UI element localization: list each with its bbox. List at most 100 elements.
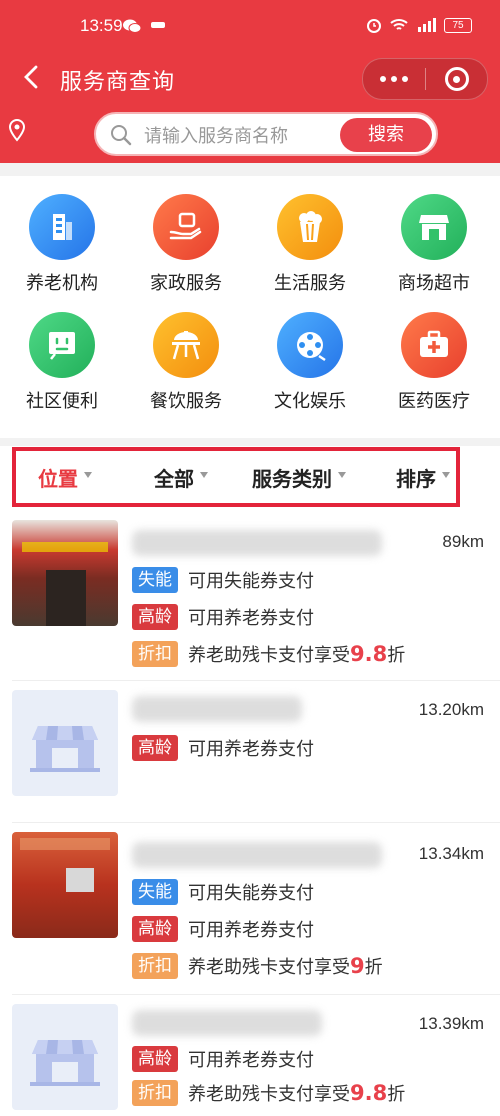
dropdown-arrow-icon — [200, 471, 208, 478]
community-icon — [29, 312, 95, 378]
category-community[interactable]: 社区便利 — [0, 312, 124, 413]
tag-text: 可用养老券支付 — [188, 739, 314, 760]
tag-text: 可用养老券支付 — [188, 920, 314, 941]
store-icon — [401, 194, 467, 260]
search-button[interactable]: 搜索 — [340, 118, 432, 152]
tag-row: 高龄 可用养老券支付 — [132, 604, 314, 630]
filter-bar: 位置 全部 服务类别 排序 — [12, 447, 460, 507]
back-arrow-icon[interactable] — [18, 62, 46, 92]
wechat-icon — [123, 19, 142, 33]
list-item[interactable]: 13.39km 高龄 可用养老券支付 折扣 养老助残卡支付享受 9.8 折 — [0, 1000, 500, 1116]
more-icon[interactable] — [363, 76, 425, 82]
tag-row: 高龄 可用养老券支付 — [132, 916, 314, 942]
dropdown-arrow-icon — [84, 471, 92, 478]
discount-suffix: 折 — [387, 645, 406, 666]
close-icon[interactable] — [426, 67, 487, 91]
tag-row: 折扣 养老助残卡支付享受 9.8 折 — [132, 641, 405, 667]
tag-disability: 失能 — [132, 879, 178, 905]
category-label: 文化娱乐 — [274, 391, 346, 412]
list-item[interactable]: 13.34km 失能 可用失能券支付 高龄 可用养老券支付 折扣 养老助残卡支付享受 9… — [0, 830, 500, 990]
list-item[interactable]: 89km 失能 可用失能券支付 高龄 可用养老券支付 折扣 养老助残卡支付享受 9.8 折 — [0, 518, 500, 676]
signal-icon — [418, 18, 436, 32]
category-label: 餐饮服务 — [150, 391, 222, 412]
category-label: 商场超市 — [398, 273, 470, 294]
search-input[interactable] — [142, 120, 336, 152]
tag-text: 养老助残卡支付享受 — [188, 1084, 350, 1105]
dining-table-icon — [153, 312, 219, 378]
category-life-service[interactable]: 生活服务 — [248, 194, 372, 295]
tag-row: 高龄 可用养老券支付 — [132, 1046, 314, 1072]
section-divider — [0, 163, 500, 176]
category-catering[interactable]: 餐饮服务 — [124, 312, 248, 413]
distance: 13.20km — [418, 700, 484, 719]
nav-bar: 服务商查询 — [0, 52, 500, 104]
provider-name-blurred — [132, 696, 302, 722]
hand-service-icon — [153, 194, 219, 260]
category-label: 家政服务 — [150, 273, 222, 294]
divider — [12, 680, 500, 681]
tag-row: 折扣 养老助残卡支付享受 9 折 — [132, 953, 383, 979]
tag-row: 高龄 可用养老券支付 — [132, 735, 314, 761]
category-label: 养老机构 — [26, 273, 98, 294]
search-icon — [111, 125, 132, 146]
store-placeholder-image — [12, 690, 118, 796]
category-label: 社区便利 — [26, 391, 98, 412]
tag-disability: 失能 — [132, 567, 178, 593]
category-entertainment[interactable]: 文化娱乐 — [248, 312, 372, 413]
storefront-photo — [12, 832, 118, 938]
dropdown-arrow-icon — [442, 471, 450, 478]
store-placeholder-icon — [30, 726, 100, 772]
tag-elderly: 高龄 — [132, 604, 178, 630]
tag-text: 养老助残卡支付享受 — [188, 957, 350, 978]
tag-text: 可用失能券支付 — [188, 571, 314, 592]
discount-value: 9.8 — [350, 642, 388, 666]
discount-value: 9 — [350, 954, 365, 978]
tag-discount: 折扣 — [132, 953, 178, 979]
miniprogram-capsule — [362, 58, 488, 100]
tag-text: 可用养老券支付 — [188, 608, 314, 629]
discount-value: 9.8 — [350, 1081, 388, 1105]
distance: 13.39km — [418, 1014, 484, 1033]
provider-name-blurred — [132, 1010, 322, 1036]
status-time: 13:59 — [80, 16, 123, 35]
film-reel-icon — [277, 312, 343, 378]
list-item[interactable]: 13.20km 高龄 可用养老券支付 — [0, 686, 500, 818]
provider-name-blurred — [132, 530, 382, 556]
notification-icon — [151, 22, 165, 28]
tag-elderly: 高龄 — [132, 1046, 178, 1072]
filter-location[interactable]: 位置 — [38, 463, 92, 492]
category-label: 医药医疗 — [398, 391, 470, 412]
filter-service-type-label: 服务类别 — [252, 467, 332, 491]
filter-sort[interactable]: 排序 — [396, 463, 450, 492]
category-supermarket[interactable]: 商场超市 — [372, 194, 496, 295]
location-pin-icon[interactable] — [8, 118, 26, 142]
status-notification-icons — [122, 18, 166, 34]
battery-icon: 75 — [444, 17, 472, 33]
wifi-icon — [390, 19, 408, 30]
divider — [12, 822, 500, 823]
tag-text: 可用失能券支付 — [188, 883, 314, 904]
category-medical[interactable]: 医药医疗 — [372, 312, 496, 413]
search-bar: 搜索 — [94, 112, 438, 156]
filter-all[interactable]: 全部 — [154, 463, 208, 492]
page-title: 服务商查询 — [60, 70, 176, 95]
popcorn-icon — [277, 194, 343, 260]
category-grid: 养老机构 家政服务 生活服务 商场超市 社区便利 餐饮服务 文化娱乐 医药医疗 — [0, 176, 500, 438]
discount-suffix: 折 — [387, 1084, 406, 1105]
alarm-icon — [367, 19, 381, 33]
filter-sort-label: 排序 — [396, 467, 436, 491]
filter-service-type[interactable]: 服务类别 — [252, 463, 346, 492]
distance: 89km — [442, 532, 484, 551]
status-bar: 13:59 75 — [0, 0, 500, 52]
discount-suffix: 折 — [364, 957, 383, 978]
category-elder-care[interactable]: 养老机构 — [0, 194, 124, 295]
section-divider — [0, 438, 500, 446]
building-icon — [29, 194, 95, 260]
header: 13:59 75 服务商查询 搜索 — [0, 0, 500, 163]
tag-row: 失能 可用失能券支付 — [132, 879, 314, 905]
tag-elderly: 高龄 — [132, 735, 178, 761]
tag-row: 折扣 养老助残卡支付享受 9.8 折 — [132, 1080, 405, 1106]
filter-all-label: 全部 — [154, 467, 194, 491]
store-placeholder-image — [12, 1004, 118, 1110]
category-housekeeping[interactable]: 家政服务 — [124, 194, 248, 295]
